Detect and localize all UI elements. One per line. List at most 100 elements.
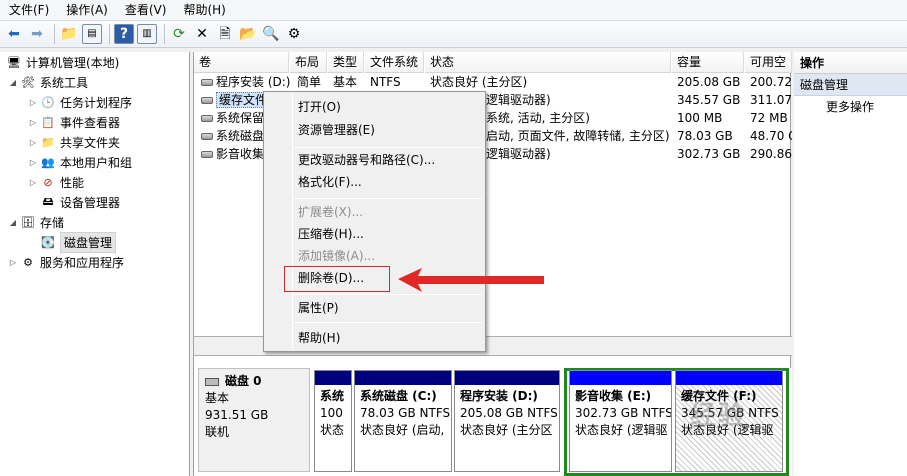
tree-node-storage[interactable]: ◢ 🗄 存储 <box>8 212 64 232</box>
volume-type: 基本 <box>333 75 358 89</box>
help-icon[interactable]: ? <box>114 24 134 44</box>
tree-node-device-manager[interactable]: 🖴 设备管理器 <box>38 192 120 212</box>
partition-d[interactable]: 程序安装 (D:) 205.08 GB NTFS 状态良好 (主分区 <box>454 370 560 472</box>
disk-icon <box>205 377 219 386</box>
tree-label-local-users: 本地用户和组 <box>60 155 133 170</box>
menu-action[interactable]: 操作(A) <box>57 0 116 20</box>
annotation-highlight-box <box>284 266 390 292</box>
tree-label-disk-management: 磁盘管理 <box>60 231 117 253</box>
properties-icon[interactable]: 🗎 <box>215 24 235 44</box>
column-header-status[interactable]: 状态 <box>425 52 671 73</box>
forward-arrow-icon[interactable]: ➡ <box>27 24 47 44</box>
menu-item-open[interactable]: 打开(O) <box>298 97 341 117</box>
refresh-icon[interactable]: ⟳ <box>169 24 189 44</box>
menu-item-explorer[interactable]: 资源管理器(E) <box>298 120 375 140</box>
expanded-arrow-icon[interactable]: ◢ <box>8 78 18 87</box>
volume-name: 系统磁盘 <box>216 129 264 143</box>
disk-state: 联机 <box>205 425 230 439</box>
menu-item-format[interactable]: 格式化(F)... <box>298 172 362 192</box>
more-actions-link[interactable]: 更多操作 <box>794 96 907 118</box>
tree-node-shared-folders[interactable]: ▷ 📁 共享文件夹 <box>28 132 120 152</box>
menu-separator <box>294 147 482 148</box>
table-row-selected[interactable]: 缓存文件 <box>196 91 264 109</box>
menu-view[interactable]: 查看(V) <box>116 0 175 20</box>
collapsed-arrow-icon[interactable]: ▷ <box>28 138 38 147</box>
table-row[interactable]: 系统磁盘 <box>196 127 264 145</box>
table-row[interactable]: 影音收集 <box>196 145 264 163</box>
column-header-layout[interactable]: 布局 <box>290 52 327 73</box>
partition-title: 系统 <box>320 389 345 403</box>
disk-0-label[interactable]: 磁盘 0 基本 931.51 GB 联机 <box>198 368 310 472</box>
menu-item-change-drive-letter[interactable]: 更改驱动器号和路径(C)... <box>298 150 435 170</box>
tree-label-device-manager: 设备管理器 <box>60 195 121 210</box>
collapsed-arrow-icon[interactable]: ▷ <box>28 178 38 187</box>
toolbar: ⬅ ➡ 📁 ▤ ? ▥ ⟳ ✕ 🗎 📂 🔍 ⚙ <box>0 21 907 48</box>
menu-help[interactable]: 帮助(H) <box>174 0 233 20</box>
column-header-filesystem[interactable]: 文件系统 <box>365 52 424 73</box>
partition-system-reserved[interactable]: 系统 100 状态 <box>314 370 352 472</box>
menu-file[interactable]: 文件(F) <box>0 0 57 20</box>
partition-bar <box>570 371 671 385</box>
tree-node-performance[interactable]: ▷ ⊘ 性能 <box>28 172 84 192</box>
up-folder-icon[interactable]: 📁 <box>59 24 79 44</box>
collapsed-arrow-icon[interactable]: ▷ <box>28 98 38 107</box>
connect-icon[interactable]: ⚙ <box>284 24 304 44</box>
collapsed-arrow-icon[interactable]: ▷ <box>28 118 38 127</box>
expanded-arrow-icon[interactable]: ◢ <box>8 218 18 227</box>
column-header-free[interactable]: 可用空 <box>745 52 792 73</box>
storage-icon: 🗄 <box>21 215 35 229</box>
menu-separator <box>294 322 482 323</box>
watermark-logo: 经验 <box>690 401 747 431</box>
back-arrow-icon[interactable]: ⬅ <box>4 24 24 44</box>
context-menu: 打开(O) 资源管理器(E) 更改驱动器号和路径(C)... 格式化(F)...… <box>263 91 486 352</box>
computer-management-icon: 🖥 <box>7 55 21 69</box>
menu-item-extend-volume: 扩展卷(X)... <box>298 205 364 219</box>
column-header-capacity[interactable]: 容量 <box>672 52 744 73</box>
column-header-volume[interactable]: 卷 <box>194 52 289 73</box>
volume-status: 启动, 页面文件, 故障转储, 主分区) <box>486 129 670 143</box>
partition-size: 78.03 GB NTFS <box>360 406 451 420</box>
partition-e[interactable]: 影音收集 (E:) 302.73 GB NTFS 状态良好 (逻辑驱 <box>569 370 672 472</box>
collapsed-arrow-icon[interactable]: ▷ <box>28 158 38 167</box>
volume-name: 程序安装 (D:) <box>216 75 291 89</box>
show-hide-action-icon[interactable]: ▥ <box>137 24 157 44</box>
column-header-type[interactable]: 类型 <box>328 52 364 73</box>
volume-capacity: 345.57 GB <box>677 93 741 107</box>
volume-capacity: 205.08 GB <box>677 75 741 89</box>
tree-label-shared-folders: 共享文件夹 <box>60 135 121 150</box>
actions-section-disk-management[interactable]: 磁盘管理 <box>794 74 907 96</box>
tree-node-event-viewer[interactable]: ▷ 📋 事件查看器 <box>28 112 120 132</box>
tree-node-services-apps[interactable]: ▷ ⚙ 服务和应用程序 <box>8 252 124 272</box>
show-hide-tree-icon[interactable]: ▤ <box>82 24 102 44</box>
performance-icon: ⊘ <box>43 175 53 189</box>
tree-node-root[interactable]: 🖥 计算机管理(本地) <box>4 52 119 72</box>
volume-free: 200.72 <box>750 75 792 89</box>
tree-node-disk-management[interactable]: 💽 磁盘管理 <box>38 231 117 253</box>
tools-icon: 🛠 <box>21 75 35 89</box>
find-icon[interactable]: 🔍 <box>261 24 281 44</box>
drive-icon <box>201 133 213 140</box>
partition-c[interactable]: 系统磁盘 (C:) 78.03 GB NTFS 状态良好 (启动, <box>354 370 452 472</box>
table-row[interactable]: 程序安装 (D:) <box>196 73 291 91</box>
menu-item-shrink-volume[interactable]: 压缩卷(H)... <box>298 224 364 244</box>
partition-info: 程序安装 (D:) 205.08 GB NTFS 状态良好 (主分区 <box>455 385 559 442</box>
delete-icon[interactable]: ✕ <box>192 24 212 44</box>
open-icon[interactable]: 📂 <box>238 24 258 44</box>
actions-pane: 操作 磁盘管理 更多操作 <box>794 52 907 476</box>
disk-management-icon: 💽 <box>41 235 55 249</box>
volume-free: 311.07 <box>750 93 792 107</box>
tree-node-local-users[interactable]: ▷ 👥 本地用户和组 <box>28 152 132 172</box>
partition-title: 程序安装 (D:) <box>460 389 538 403</box>
menu-item-help[interactable]: 帮助(H) <box>298 328 340 348</box>
collapsed-arrow-icon[interactable]: ▷ <box>8 258 18 267</box>
tree-node-system-tools[interactable]: ◢ 🛠 系统工具 <box>8 72 88 92</box>
menu-item-properties[interactable]: 属性(P) <box>298 298 339 318</box>
volume-status: 逻辑驱动器) <box>486 93 551 107</box>
toolbar-separator <box>54 24 55 44</box>
menu-item-add-mirror: 添加镜像(A)... <box>298 249 376 263</box>
volume-filesystem: NTFS <box>370 75 401 89</box>
table-row[interactable]: 系统保留 <box>196 109 264 127</box>
tree-label-task-scheduler: 任务计划程序 <box>60 95 133 110</box>
users-icon: 👥 <box>41 155 55 169</box>
tree-node-task-scheduler[interactable]: ▷ 🕒 任务计划程序 <box>28 92 132 112</box>
